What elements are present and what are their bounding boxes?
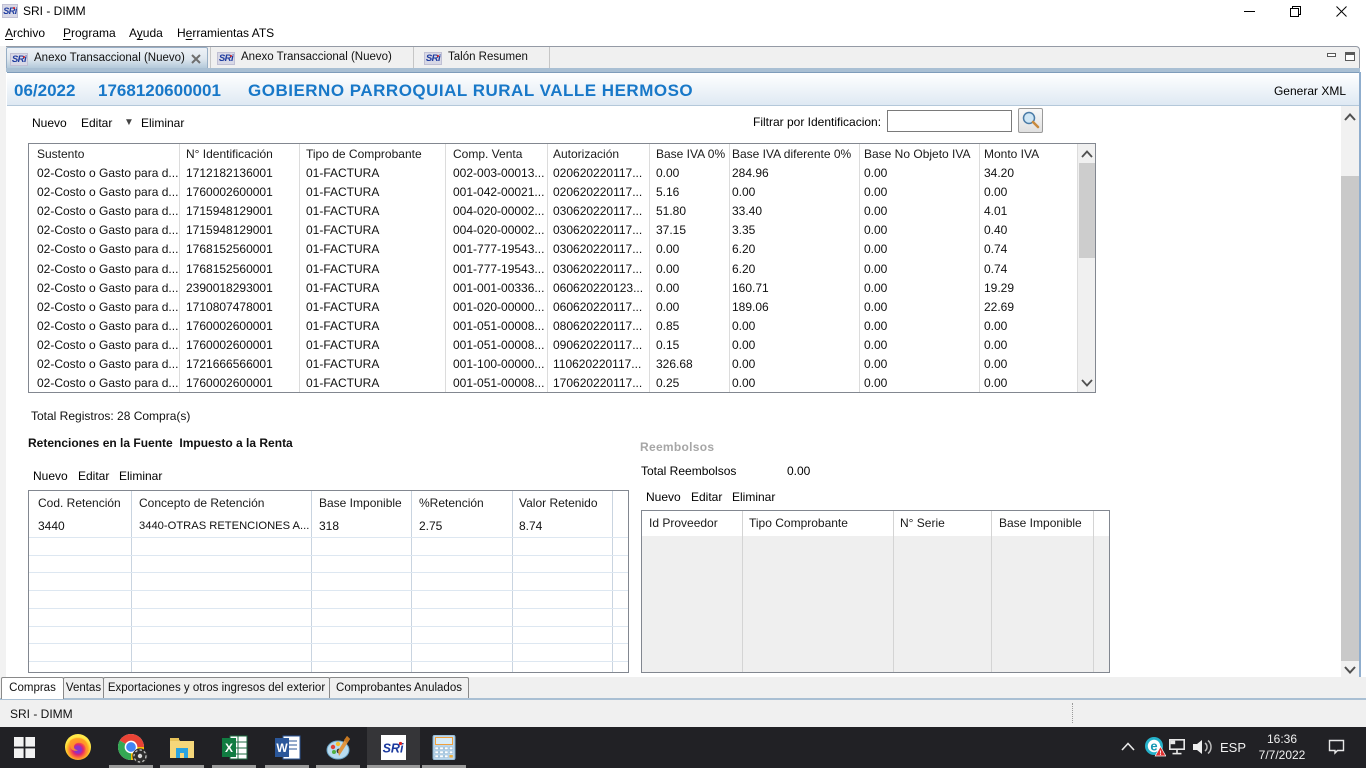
svg-text:e: e bbox=[1150, 739, 1157, 754]
svg-text:!: ! bbox=[1159, 750, 1161, 757]
svg-text:X: X bbox=[225, 741, 233, 755]
svg-text:W: W bbox=[276, 741, 288, 755]
